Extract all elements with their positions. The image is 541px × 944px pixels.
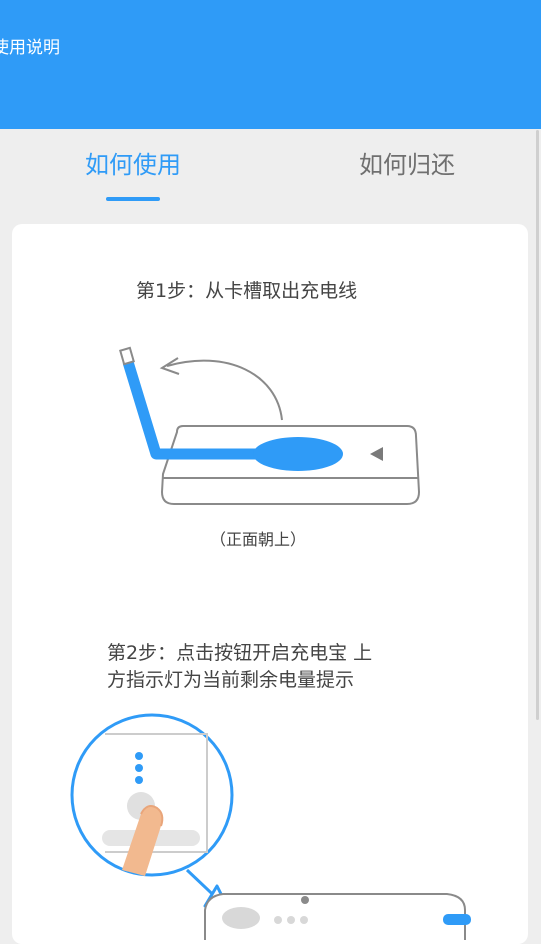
power-bank-cable-illustration bbox=[119, 346, 420, 505]
tab-how-to-use[interactable]: 如何使用 bbox=[33, 145, 233, 180]
active-tab-indicator bbox=[106, 197, 160, 201]
instruction-card: 第1步：从卡槽取出充电线 （正面朝上） 第2步：点击按钮开启充电宝 上 方指示灯… bbox=[12, 224, 528, 944]
page-title: 使用说明 bbox=[0, 38, 60, 58]
step-1-caption: （正面朝上） bbox=[210, 530, 307, 549]
press-button-illustration bbox=[70, 713, 471, 940]
scrollbar[interactable] bbox=[536, 130, 539, 720]
tab-bar: 如何使用 如何归还 bbox=[0, 129, 541, 221]
step-1-title: 第1步：从卡槽取出充电线 bbox=[136, 280, 358, 302]
tab-how-to-return[interactable]: 如何归还 bbox=[307, 145, 507, 180]
app-header: 使用说明 bbox=[0, 0, 541, 129]
step-2-title-line-2: 方指示灯为当前剩余电量提示 bbox=[107, 669, 355, 691]
step-2-title-line-1: 第2步：点击按钮开启充电宝 上 bbox=[107, 642, 373, 664]
